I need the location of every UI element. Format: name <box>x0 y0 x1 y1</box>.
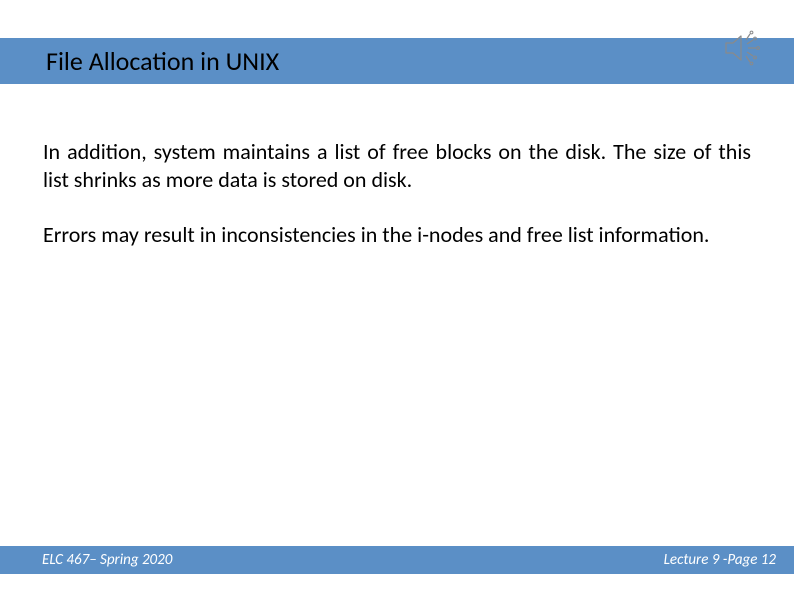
title-bar: File Allocation in UNIX <box>0 38 794 84</box>
paragraph-1: In addition, system maintains a list of … <box>43 138 751 193</box>
speaker-icon <box>720 25 766 71</box>
content-area: In addition, system maintains a list of … <box>43 138 751 277</box>
paragraph-2: Errors may result in inconsistencies in … <box>43 221 751 249</box>
footer-page: Lecture 9 -Page 12 <box>664 551 776 569</box>
page-title: File Allocation in UNIX <box>46 45 279 77</box>
footer-bar: ELC 467– Spring 2020 Lecture 9 -Page 12 <box>0 546 794 574</box>
footer-course: ELC 467– Spring 2020 <box>42 551 172 569</box>
